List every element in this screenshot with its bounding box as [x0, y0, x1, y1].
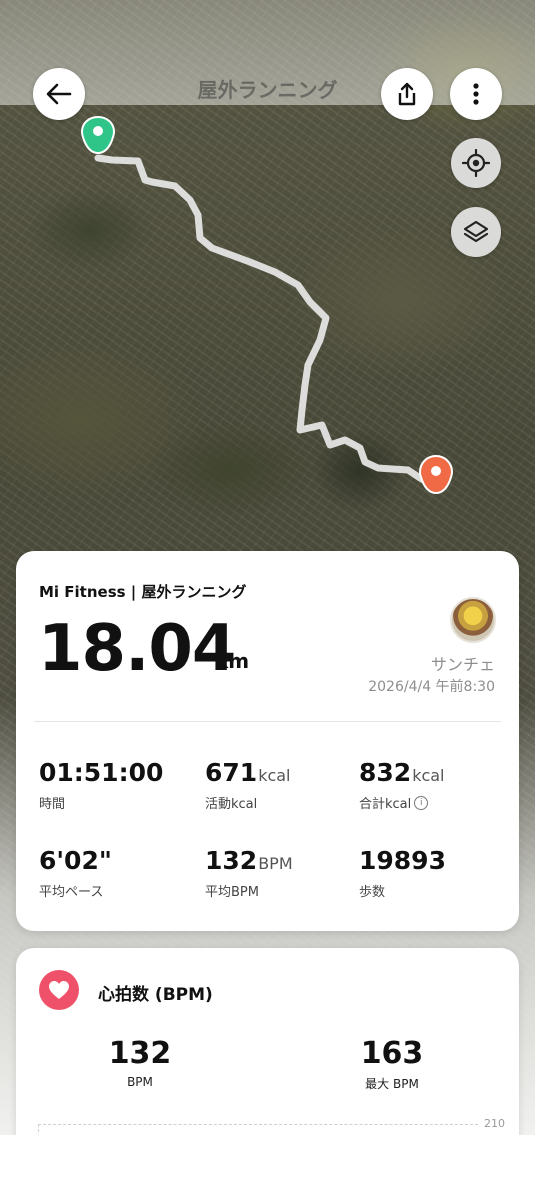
workout-summary-card: Mi Fitness | 屋外ランニング 18.04 km サンチェ 2026/… — [16, 551, 519, 931]
stat-avg-pace: 6'02" 平均ペース — [39, 846, 113, 900]
heart-icon — [49, 981, 69, 999]
heart-rate-title: 心拍数 (BPM) — [98, 985, 213, 1005]
layers-button[interactable] — [451, 207, 501, 257]
chart-axis-max: 210 — [484, 1117, 505, 1130]
brand-label: Mi Fitness | 屋外ランニング — [39, 583, 247, 601]
end-marker-icon — [418, 454, 454, 495]
heart-max-label: 最大 BPM — [365, 1077, 419, 1091]
back-button[interactable] — [33, 68, 85, 120]
share-button[interactable] — [381, 68, 433, 120]
more-vertical-icon — [473, 83, 479, 105]
stat-value: 671 — [205, 758, 258, 787]
stat-label: 平均BPM — [205, 885, 259, 900]
info-icon[interactable]: i — [414, 795, 429, 810]
stat-label: 合計kcal — [359, 797, 412, 812]
locate-icon — [462, 149, 490, 177]
start-marker-icon — [80, 115, 116, 155]
distance-unit: km — [215, 649, 250, 673]
workout-date: 2026/4/4 午前8:30 — [368, 679, 495, 695]
share-icon — [398, 82, 416, 106]
heart-avg-value: 132 — [108, 1036, 172, 1071]
more-button[interactable] — [450, 68, 502, 120]
locate-button[interactable] — [451, 138, 501, 188]
stat-value: 6'02" — [39, 846, 112, 875]
stat-unit: kcal — [258, 766, 291, 785]
stat-value: 832 — [359, 758, 412, 787]
distance-value: 18.04 — [38, 612, 236, 686]
stat-label: 時間 — [39, 797, 66, 812]
stat-unit: kcal — [412, 766, 445, 785]
layers-icon — [463, 220, 489, 243]
heart-avg: 132 BPM — [70, 1036, 210, 1089]
username: サンチェ — [430, 655, 495, 674]
stat-label: 活動kcal — [205, 797, 258, 812]
heart-max: 163 最大 BPM — [322, 1036, 462, 1092]
avatar[interactable] — [450, 597, 496, 643]
divider — [34, 721, 501, 722]
heart-avg-label: BPM — [127, 1075, 153, 1089]
stat-label: 歩数 — [359, 885, 386, 900]
stat-value: 132 — [205, 846, 258, 875]
arrow-left-icon — [46, 83, 72, 105]
stat-duration: 01:51:00 時間 — [39, 758, 164, 812]
stat-steps: 19893 歩数 — [359, 846, 447, 900]
stat-avg-bpm: 132BPM 平均BPM — [205, 846, 293, 900]
stat-unit: BPM — [258, 854, 293, 873]
stat-total-kcal: 832kcal 合計kcal i — [359, 758, 445, 812]
stat-value: 19893 — [359, 846, 446, 875]
stat-value: 01:51:00 — [39, 758, 164, 787]
bottom-fade — [0, 1135, 535, 1200]
stat-label: 平均ペース — [39, 885, 104, 900]
heart-max-value: 163 — [360, 1036, 424, 1071]
heart-badge — [39, 970, 79, 1010]
stat-active-kcal: 671kcal 活動kcal — [205, 758, 291, 812]
